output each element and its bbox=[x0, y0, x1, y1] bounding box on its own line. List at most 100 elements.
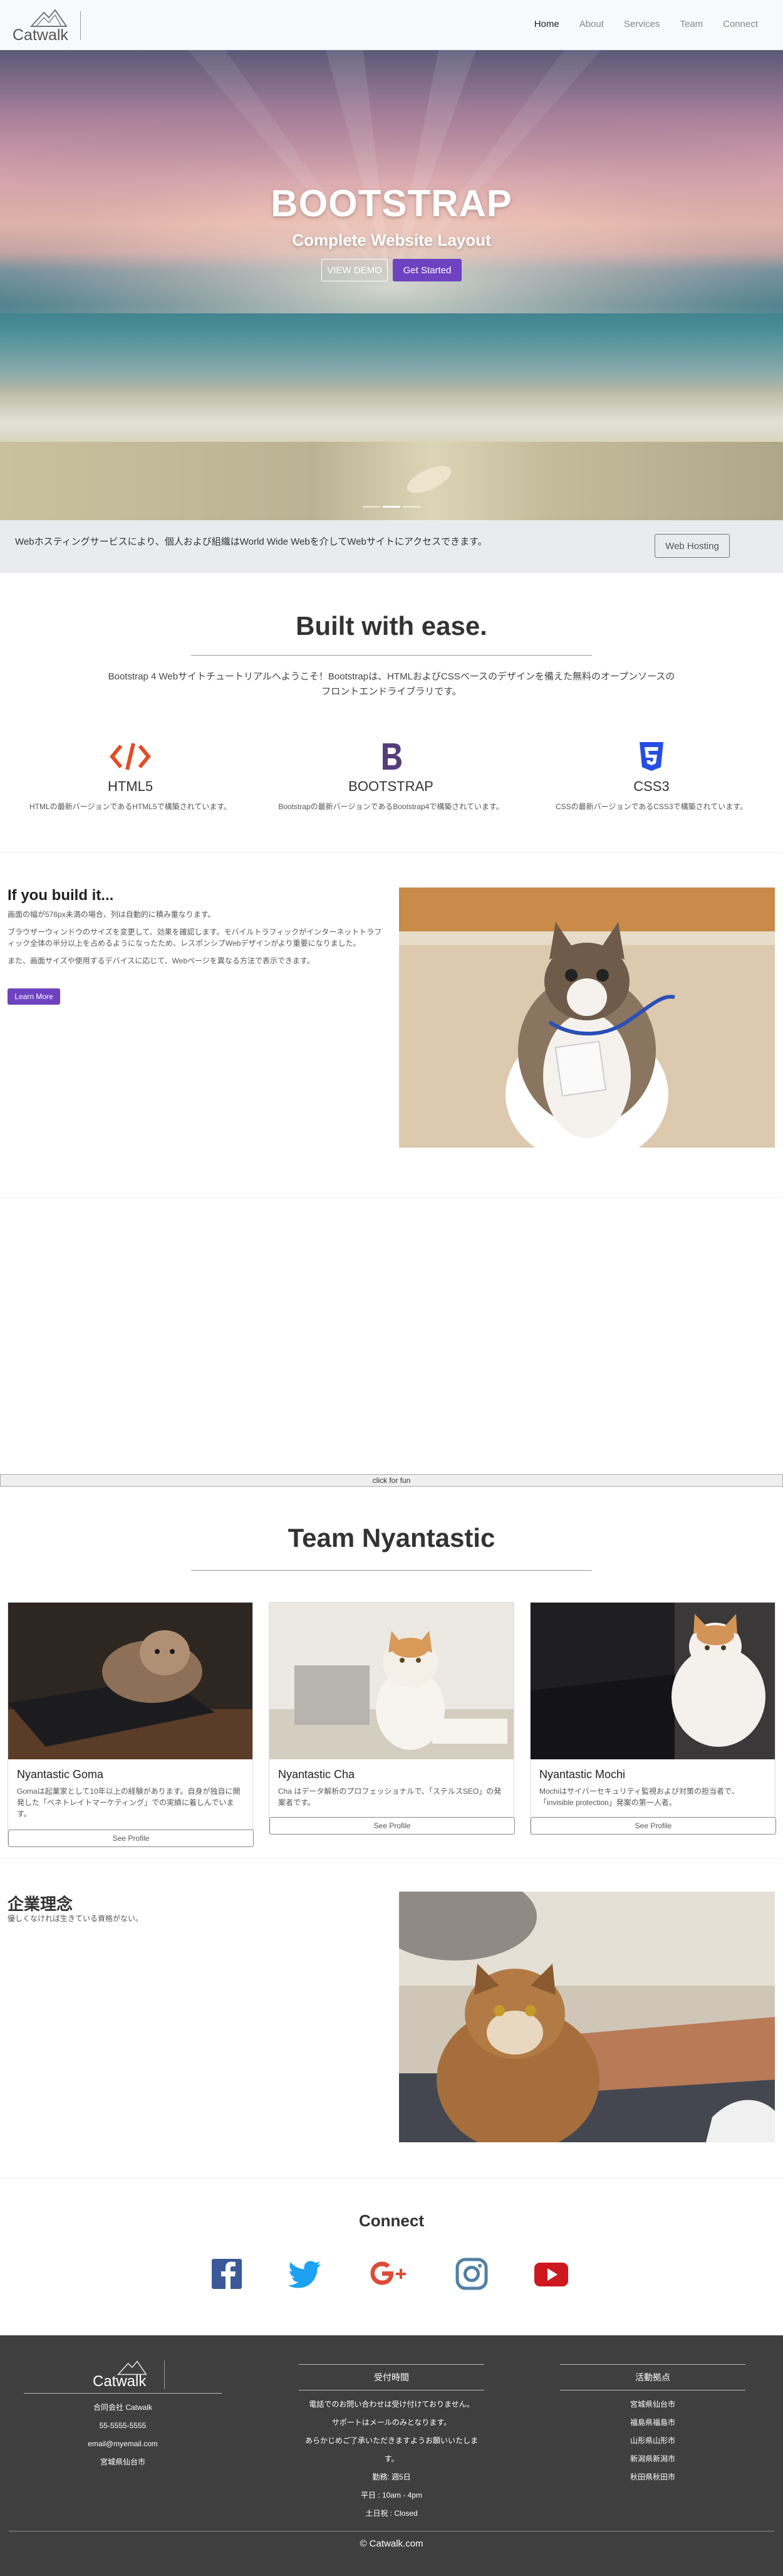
see-profile-button[interactable]: See Profile bbox=[531, 1817, 776, 1835]
nav-services[interactable]: Services bbox=[624, 19, 660, 29]
philosophy-text: 優しくなければ生きている資格がない。 bbox=[8, 1914, 143, 1923]
navbar: Catwalk Home About Services Team Connect bbox=[0, 0, 783, 50]
footer-contact: Catwalk 合同会社 Catwalk 55-5555-5555 email@… bbox=[24, 2335, 222, 2471]
team-divider bbox=[191, 1570, 592, 1571]
facebook-icon[interactable] bbox=[209, 2256, 244, 2291]
see-profile-button[interactable]: See Profile bbox=[269, 1817, 515, 1835]
hours-item: 土日祝 : Closed bbox=[365, 2509, 418, 2518]
footer: Catwalk 合同会社 Catwalk 55-5555-5555 email@… bbox=[0, 2335, 783, 2576]
twitter-icon[interactable] bbox=[288, 2256, 323, 2291]
team-member-bio: Mochiはサイバーセキュリティ監視および対策の担当者で、「invisible … bbox=[539, 1787, 739, 1807]
nav-connect[interactable]: Connect bbox=[723, 19, 758, 29]
copyright: © Catwalk.com bbox=[360, 2538, 423, 2549]
location-item: 宮城県仙台市 bbox=[630, 2400, 675, 2409]
footer-hours: 受付時間 電話でのお問い合わせは受け付けておりません。 サポートはメールのみとな… bbox=[299, 2364, 484, 2523]
hero-buttons: VIEW DEMO Get Started bbox=[0, 259, 783, 281]
nav-about[interactable]: About bbox=[579, 19, 604, 29]
nav-links: Home About Services Team Connect bbox=[534, 19, 758, 29]
team-member-bio: Cha はデータ解析のプロフェッショナルで、「ステルスSEO」の発案者です。 bbox=[278, 1787, 502, 1807]
location-item: 山形県山形市 bbox=[630, 2436, 675, 2445]
persian-cat-image bbox=[399, 1892, 775, 2142]
footer-logo: Catwalk bbox=[24, 2335, 222, 2393]
hero-carousel: BOOTSTRAP Complete Website Layout VIEW D… bbox=[0, 50, 783, 520]
hero-subtitle: Complete Website Layout bbox=[292, 231, 491, 249]
google-plus-icon[interactable] bbox=[370, 2256, 406, 2291]
logo-divider bbox=[164, 2360, 165, 2389]
philosophy-title: 企業理念 bbox=[8, 1895, 73, 1914]
feature-bootstrap: BOOTSTRAP Bootstrapの最新バージョンであるBootstrap4… bbox=[261, 741, 521, 812]
connect-title: Connect bbox=[359, 2211, 424, 2230]
carousel-indicator-active[interactable] bbox=[383, 506, 400, 508]
code-icon bbox=[110, 743, 151, 770]
footer-locations: 活動拠点 宮城県仙台市 福島県福島市 山形県山形市 新潟県新潟市 秋田県秋田市 bbox=[560, 2364, 745, 2486]
mochi-photo bbox=[531, 1603, 775, 1759]
hours-title: 受付時間 bbox=[374, 2372, 409, 2382]
feature-desc: Bootstrapの最新バージョンであるBootstrap4で構築されています。 bbox=[278, 802, 504, 811]
section-divider bbox=[0, 1197, 783, 1198]
build-paragraph-1: 画面の幅が576px未満の場合、列は自動的に積み重なります。 bbox=[8, 910, 215, 919]
team-card-goma: Nyantastic Goma Gomaは起業家として10年以上の経験があります… bbox=[8, 1602, 254, 1847]
build-title: If you build it... bbox=[8, 887, 114, 904]
carousel-indicator[interactable] bbox=[363, 506, 380, 508]
nav-team[interactable]: Team bbox=[680, 19, 703, 29]
view-demo-button[interactable]: VIEW DEMO bbox=[321, 259, 388, 281]
team-card-mochi: Nyantastic Mochi Mochiはサイバーセキュリティ監視および対策… bbox=[530, 1602, 776, 1835]
learn-more-button[interactable]: Learn More bbox=[8, 988, 60, 1005]
hero-title: BOOTSTRAP bbox=[271, 182, 512, 224]
get-started-button[interactable]: Get Started bbox=[393, 259, 462, 281]
brand-name: Catwalk bbox=[13, 26, 68, 44]
team-title: Team Nyantastic bbox=[288, 1523, 495, 1552]
feature-css3: CSS3 CSSの最新バージョンであるCSS3で構築されています。 bbox=[521, 741, 782, 812]
hours-item: サポートはメールのみとなります。 bbox=[331, 2418, 452, 2427]
hero-surf bbox=[0, 389, 783, 445]
feature-desc: CSSの最新バージョンであるCSS3で構築されています。 bbox=[555, 802, 748, 811]
build-paragraph-2: ブラウザーウィンドウのサイズを変更して、効果を確認します。モバイルトラフィックが… bbox=[8, 928, 382, 948]
carousel-indicators bbox=[0, 506, 783, 508]
css3-icon bbox=[640, 742, 663, 771]
welcome-intro: Bootstrap 4 Webサイトチュートリアルへようこそ！Bootstrap… bbox=[108, 671, 675, 697]
jumbotron-text: Webホスティングサービスにより、個人および組織はWorld Wide Webを… bbox=[15, 537, 487, 547]
feature-title: HTML5 bbox=[107, 778, 153, 794]
footer-email[interactable]: email@myemail.com bbox=[24, 2435, 222, 2453]
section-divider bbox=[0, 1858, 783, 1859]
persian-cat-illustration bbox=[399, 1892, 775, 2142]
hero-seashell bbox=[407, 466, 452, 493]
team-member-name: Nyantastic Mochi bbox=[539, 1768, 626, 1781]
instagram-icon[interactable] bbox=[454, 2256, 489, 2291]
feature-title: BOOTSTRAP bbox=[348, 778, 433, 794]
catwalk-logo-icon bbox=[30, 9, 68, 27]
hours-item: 平日 : 10am - 4pm bbox=[360, 2491, 423, 2500]
nav-home[interactable]: Home bbox=[534, 19, 559, 29]
feature-html5: HTML5 HTMLの最新バージョンであるHTML5で構築されています。 bbox=[0, 741, 261, 812]
team-card-cha: Nyantastic Cha Cha はデータ解析のプロフェッショナルで、「ステ… bbox=[269, 1602, 515, 1835]
youtube-icon[interactable] bbox=[534, 2256, 569, 2291]
location-item: 新潟県新潟市 bbox=[630, 2454, 675, 2463]
location-item: 秋田県秋田市 bbox=[630, 2473, 675, 2481]
footer-phone[interactable]: 55-5555-5555 bbox=[24, 2417, 222, 2435]
team-member-name: Nyantastic Cha bbox=[278, 1768, 355, 1781]
hours-item: 電話でのお問い合わせは受け付けておりません。 bbox=[309, 2400, 474, 2409]
brand-logo[interactable]: Catwalk bbox=[13, 8, 88, 44]
team-member-bio: Gomaは起業家として10年以上の経験があります。自身が独自に開発した「ベネトレ… bbox=[17, 1787, 241, 1818]
carousel-indicator[interactable] bbox=[403, 506, 420, 508]
bootstrap-icon bbox=[383, 743, 402, 770]
web-hosting-button[interactable]: Web Hosting bbox=[655, 534, 730, 558]
cha-photo-illustration bbox=[269, 1603, 514, 1759]
footer-address: 宮城県仙台市 bbox=[100, 2458, 145, 2466]
welcome-divider bbox=[191, 655, 592, 656]
team-member-name: Nyantastic Goma bbox=[17, 1768, 104, 1781]
cat-photo-illustration bbox=[399, 887, 775, 1148]
feature-desc: HTMLの最新バージョンであるHTML5で構築されています。 bbox=[29, 802, 232, 811]
see-profile-button[interactable]: See Profile bbox=[8, 1830, 254, 1847]
cat-with-lanyard-image bbox=[399, 887, 775, 1148]
section-divider bbox=[0, 2178, 783, 2179]
goma-photo-illustration bbox=[8, 1603, 252, 1759]
build-paragraph-3: また、画面サイズや使用するデバイスに応じて、Webページを異なる方法で表示できま… bbox=[8, 956, 314, 965]
logo-divider bbox=[80, 11, 81, 40]
locations-title: 活動拠点 bbox=[635, 2372, 670, 2382]
location-item: 福島県福島市 bbox=[630, 2418, 675, 2427]
click-for-fun-button[interactable]: click for fun bbox=[0, 1474, 783, 1487]
cha-photo bbox=[269, 1603, 514, 1759]
mochi-photo-illustration bbox=[531, 1603, 775, 1759]
footer-brand-name: Catwalk bbox=[93, 2373, 147, 2390]
